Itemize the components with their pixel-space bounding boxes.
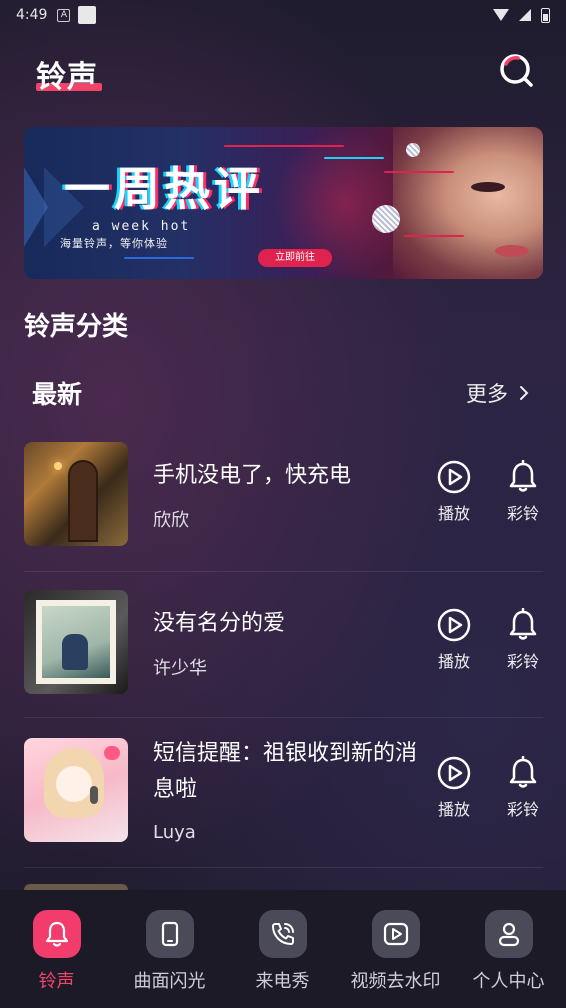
nav-tab-video-watermark[interactable]: 视频去水印 (339, 890, 452, 1008)
play-circle-icon (437, 608, 471, 642)
app-header: 铃声 (0, 40, 566, 100)
banner-subtitle-cn: 海量铃声，等你体验 (60, 237, 168, 250)
list-divider (24, 867, 543, 868)
cover-lamp (54, 462, 62, 470)
banner-orb (406, 143, 420, 157)
ringback-label: 彩铃 (506, 504, 539, 523)
banner-model-eye (471, 182, 505, 192)
video-play-icon (383, 922, 408, 946)
nav-icon-box (32, 910, 81, 958)
song-artist: Luya (153, 822, 196, 843)
nav-label: 视频去水印 (350, 971, 441, 992)
more-link[interactable]: 更多 (466, 378, 530, 408)
play-label: 播放 (437, 652, 470, 671)
list-divider (24, 717, 543, 718)
nav-icon-box (145, 910, 194, 958)
song-item[interactable]: 短信提醒：祖银收到新的消息啦 Luya 播放 彩铃 (0, 738, 566, 868)
wifi-icon (493, 9, 509, 21)
bell-icon (509, 608, 537, 640)
banner-line (404, 235, 464, 237)
nav-tab-edge-flash[interactable]: 曲面闪光 (113, 890, 226, 1008)
nav-tab-ringtone[interactable]: 铃声 (0, 890, 113, 1008)
banner-model-lips (495, 245, 529, 257)
latest-title: 最新 (32, 380, 83, 409)
cover-frame (36, 600, 116, 684)
banner-line (324, 157, 384, 159)
category-section-title: 铃声分类 (24, 312, 129, 342)
nav-label: 曲面闪光 (133, 971, 206, 992)
banner-line (384, 171, 454, 173)
song-cover-image (24, 590, 128, 694)
ringback-button[interactable]: 彩铃 (498, 460, 548, 540)
play-button[interactable]: 播放 (429, 460, 479, 540)
song-title: 短信提醒：祖银收到新的消息啦 (153, 741, 418, 802)
play-circle-icon (437, 756, 471, 790)
play-circle-icon (437, 460, 471, 494)
list-divider (24, 571, 543, 572)
banner-orb (372, 205, 400, 233)
nav-tab-profile[interactable]: 个人中心 (452, 890, 565, 1008)
song-cover-image (24, 442, 128, 546)
signal-icon (519, 9, 531, 21)
nav-label: 铃声 (38, 971, 75, 992)
bottom-navigation: 铃声 曲面闪光 来电秀 视频去水印 个人中心 (0, 890, 566, 1008)
notification-a-icon: A (57, 8, 71, 22)
banner-headline: 一周热评 (64, 162, 264, 216)
phone-icon (161, 921, 178, 947)
page-title: 铃声 (36, 60, 98, 95)
cover-face (56, 766, 92, 802)
song-cover-image (24, 738, 128, 842)
song-artist: 欣欣 (153, 510, 189, 531)
search-button[interactable] (498, 52, 534, 88)
banner-line (124, 257, 194, 259)
nav-label: 个人中心 (472, 971, 545, 992)
play-button[interactable]: 播放 (429, 756, 479, 836)
status-time: 4:49 (16, 7, 48, 23)
nav-icon-box (258, 910, 307, 958)
notification-square-icon (78, 6, 97, 24)
play-label: 播放 (437, 800, 470, 819)
cover-figure (62, 634, 88, 670)
banner-cta-button[interactable]: 立即前往 (258, 249, 332, 267)
play-button[interactable]: 播放 (429, 608, 479, 688)
nav-label: 来电秀 (255, 971, 310, 992)
battery-icon (541, 7, 550, 23)
banner-line (224, 145, 344, 147)
bell-icon (45, 921, 68, 947)
nav-icon-box (371, 910, 420, 958)
ringback-label: 彩铃 (506, 652, 539, 671)
banner-arrow-decoration (24, 167, 48, 247)
song-item[interactable]: 手机没电了，快充电 欣欣 播放 彩铃 (0, 442, 566, 572)
song-item[interactable]: 没有名分的爱 许少华 播放 彩铃 (0, 590, 566, 718)
ringback-label: 彩铃 (506, 800, 539, 819)
status-bar: 4:49 A (0, 0, 566, 30)
cover-microphone (90, 786, 98, 804)
chevron-right-icon (520, 386, 529, 400)
promo-banner[interactable]: 一周热评 a week hot 海量铃声，等你体验 立即前往 (24, 127, 543, 279)
cover-heart (104, 746, 120, 760)
nav-icon-box (484, 910, 533, 958)
phone-call-icon (271, 923, 294, 945)
user-icon (498, 922, 519, 947)
play-label: 播放 (437, 504, 470, 523)
song-title: 没有名分的爱 (153, 611, 286, 636)
ringback-button[interactable]: 彩铃 (498, 608, 548, 688)
nav-tab-call-show[interactable]: 来电秀 (226, 890, 339, 1008)
more-label: 更多 (466, 382, 508, 406)
song-title: 手机没电了，快充电 (153, 463, 352, 488)
ringback-button[interactable]: 彩铃 (498, 756, 548, 836)
search-icon (500, 54, 533, 87)
bell-icon (509, 756, 537, 788)
banner-subtitle-en: a week hot (92, 219, 191, 234)
cover-door (68, 460, 98, 542)
bell-icon (509, 460, 537, 492)
song-artist: 许少华 (153, 658, 207, 679)
